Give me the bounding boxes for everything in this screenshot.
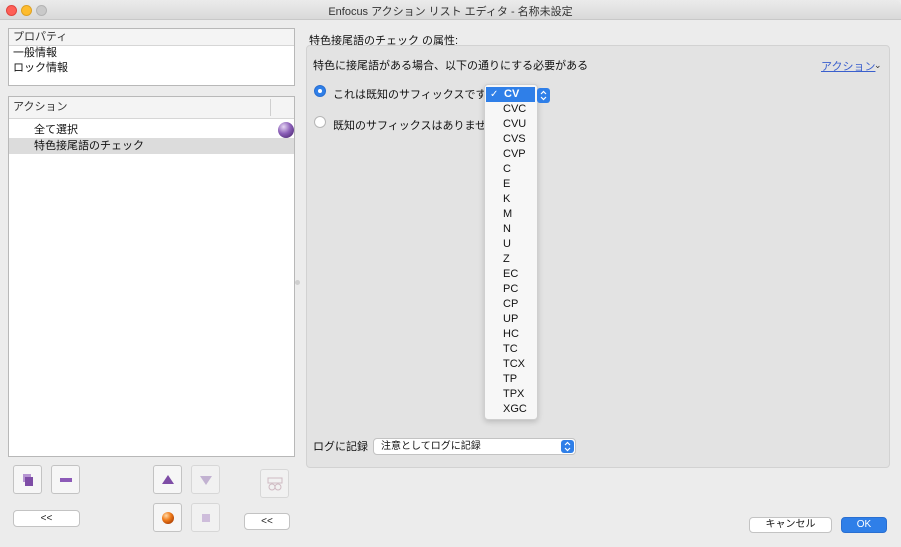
splitter-handle[interactable]	[295, 280, 300, 285]
suffix-option[interactable]: M	[485, 207, 537, 222]
collapse-left-button[interactable]: <<	[13, 510, 80, 527]
suffix-option[interactable]: TPX	[485, 387, 537, 402]
suffix-option[interactable]: N	[485, 222, 537, 237]
action-row-select-all[interactable]: 全て選択	[9, 122, 294, 138]
triangle-down-icon	[199, 475, 212, 485]
suffix-option[interactable]: C	[485, 162, 537, 177]
actions-panel: アクション 全て選択 特色接尾語のチェック	[8, 96, 295, 457]
move-up-button[interactable]	[153, 465, 182, 494]
unknown-suffix-radio[interactable]	[314, 116, 326, 128]
suffix-option[interactable]: TP	[485, 372, 537, 387]
duplicate-icon	[22, 473, 33, 486]
suffix-option[interactable]: E	[485, 177, 537, 192]
window-title: Enfocus アクション リスト エディタ - 名称未設定	[328, 6, 573, 18]
action-menu-link[interactable]: アクション	[821, 58, 875, 74]
stepper-arrows-icon	[540, 90, 547, 101]
suffix-stepper[interactable]	[537, 88, 550, 103]
orange-circle-icon	[161, 511, 174, 524]
actions-header: アクション	[9, 97, 294, 119]
action-row-label: 全て選択	[34, 124, 78, 136]
log-level-value: 注意としてログに記録	[381, 441, 481, 452]
purple-orb-icon	[278, 122, 294, 138]
stop-square-icon	[201, 513, 210, 522]
suffix-option[interactable]: TC	[485, 342, 537, 357]
duplicate-button[interactable]	[13, 465, 42, 494]
unknown-suffix-label: 既知のサフィックスはありません	[333, 120, 498, 132]
suffix-option[interactable]: UP	[485, 312, 537, 327]
properties-panel: プロパティ 一般情報 ロック情報	[8, 28, 295, 86]
remove-button[interactable]	[51, 465, 80, 494]
chevron-down-icon[interactable]: ⌄	[874, 60, 882, 71]
attributes-description: 特色に接尾語がある場合、以下の通りにする必要がある	[313, 60, 589, 72]
suffix-option[interactable]: CP	[485, 297, 537, 312]
app-window: Enfocus アクション リスト エディタ - 名称未設定 プロパティ 一般情…	[0, 0, 901, 547]
glasses-icon	[267, 477, 282, 490]
triangle-up-icon	[161, 474, 174, 484]
suffix-option[interactable]: EC	[485, 267, 537, 282]
ok-button[interactable]: OK	[841, 517, 887, 533]
title-bar: Enfocus アクション リスト エディタ - 名称未設定	[0, 0, 901, 20]
checkmark-icon: ✓	[490, 89, 499, 100]
attributes-group	[306, 45, 890, 468]
suffix-option[interactable]: CVP	[485, 147, 537, 162]
suffix-option[interactable]: Z	[485, 252, 537, 267]
column-divider[interactable]	[270, 99, 271, 116]
suffix-option[interactable]: U	[485, 237, 537, 252]
properties-header: プロパティ	[9, 29, 294, 46]
collapse-right-button[interactable]: <<	[244, 513, 290, 530]
suffix-option[interactable]: CVC	[485, 102, 537, 117]
minus-icon	[59, 477, 72, 482]
suffix-option[interactable]: TCX	[485, 357, 537, 372]
property-item-general[interactable]: 一般情報	[9, 46, 294, 61]
suffix-option[interactable]: CVS	[485, 132, 537, 147]
stop-button[interactable]	[191, 503, 220, 532]
property-item-lock[interactable]: ロック情報	[9, 61, 294, 76]
suffix-option[interactable]: HC	[485, 327, 537, 342]
log-label: ログに記録	[313, 441, 368, 453]
select-stepper-icon	[561, 440, 574, 453]
suffix-option[interactable]: CVU	[485, 117, 537, 132]
action-row-label: 特色接尾語のチェック	[34, 140, 144, 152]
suffix-option[interactable]: PC	[485, 282, 537, 297]
cancel-button[interactable]: キャンセル	[749, 517, 832, 533]
suffix-dropdown-list[interactable]: ✓ CV CVC CVU CVS CVP C E K M N U Z EC PC CP UP HC TC TCX TP T…	[484, 84, 538, 420]
suffix-option-label: CV	[504, 88, 520, 100]
suffix-option[interactable]: K	[485, 192, 537, 207]
log-level-select[interactable]: 注意としてログに記録	[373, 438, 576, 455]
inspect-button[interactable]	[260, 469, 289, 498]
known-suffix-label: これは既知のサフィックスです：	[333, 89, 498, 101]
suffix-option[interactable]: ✓ CV	[486, 87, 535, 102]
suffix-option[interactable]: XGC	[485, 402, 537, 417]
actions-header-label: アクション	[13, 101, 68, 113]
action-row-spot-suffix-check[interactable]: 特色接尾語のチェック	[9, 138, 294, 154]
run-button[interactable]	[153, 503, 182, 532]
known-suffix-radio[interactable]	[314, 85, 326, 97]
move-down-button[interactable]	[191, 465, 220, 494]
